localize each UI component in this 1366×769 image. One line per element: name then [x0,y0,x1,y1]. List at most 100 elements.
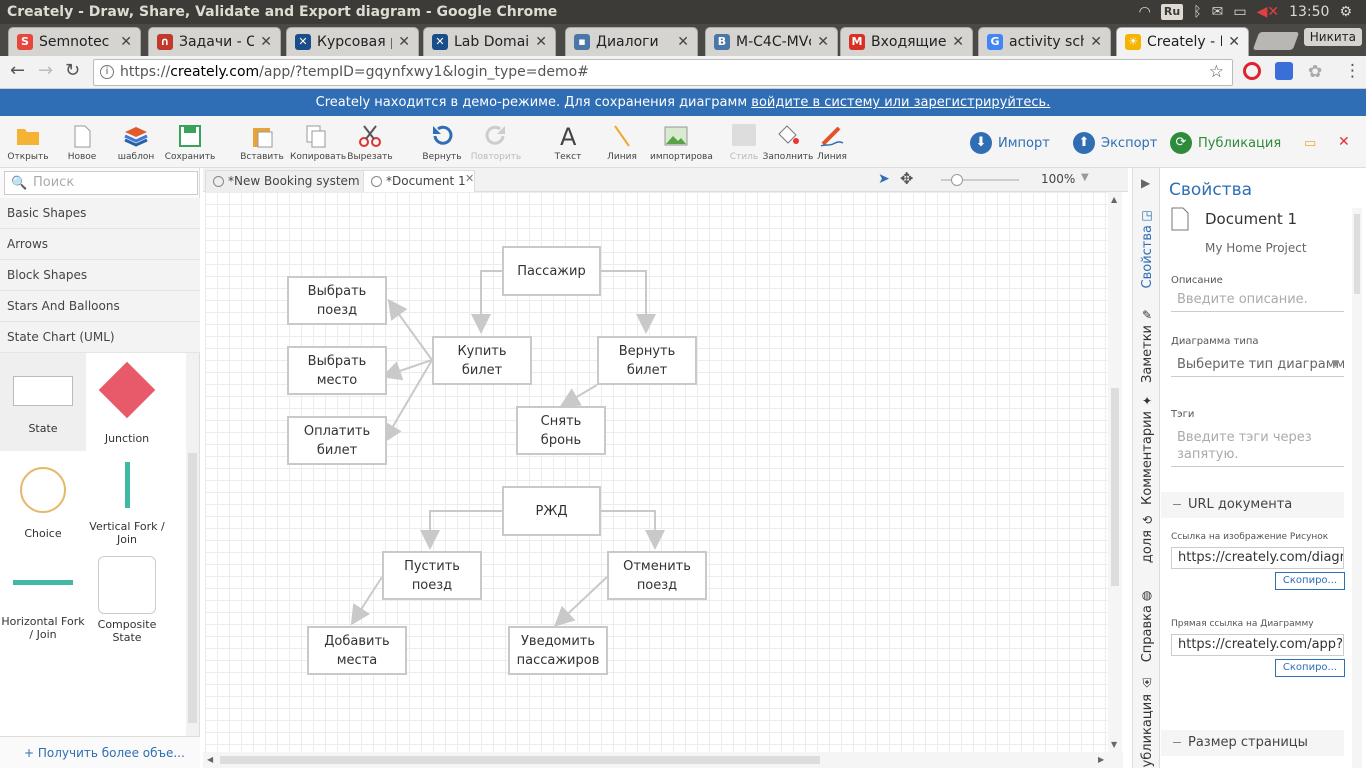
zoom-slider[interactable] [941,174,1019,186]
mute-icon[interactable]: ◀✕ [1257,0,1280,24]
reload-icon[interactable]: ↻ [65,60,80,81]
category-basic-shapes[interactable]: Basic Shapes [0,198,200,229]
undo-button[interactable]: Вернуть [416,124,468,162]
node-choose-train[interactable]: Выбрать поезд [287,276,387,325]
shape-choice[interactable]: Choice [1,467,85,540]
paste-button[interactable]: Вставить [236,124,288,162]
bookmark-star-icon[interactable]: ☆ [1209,60,1224,85]
tab-new-booking-system[interactable]: *New Booking system [205,170,369,192]
publish-button[interactable]: ⟳ Публикация [1170,132,1281,154]
properties-scrollbar[interactable] [1352,208,1362,768]
tab-close-icon[interactable]: ✕ [1228,34,1240,50]
direct-link-field[interactable]: https://creately.com/app?dia [1171,634,1344,656]
category-stars-balloons[interactable]: Stars And Balloons [0,291,200,322]
get-more-shapes-link[interactable]: + Получить более объе... [0,736,200,768]
browser-tab[interactable]: ✕ Lab Domain ✕ [423,27,556,56]
diagram-canvas[interactable]: Пассажир Выбрать поезд Выбрать место Опл… [205,192,1108,752]
zoom-level[interactable]: 100% [1041,172,1075,186]
new-button[interactable]: Новое [56,124,108,162]
browser-tab[interactable]: ∩ Задачи - Co ✕ [148,27,281,56]
browser-tab[interactable]: В M-C4C-MVc ✕ [705,27,838,56]
line-button[interactable]: Линия [596,124,648,162]
page-size-section-header[interactable]: Размер страницы [1161,730,1344,756]
import-image-button[interactable]: импортирова [650,124,713,162]
settings-icon[interactable]: ⚙ [1339,0,1352,24]
category-state-chart[interactable]: State Chart (UML) [0,322,200,353]
search-input[interactable]: Поиск [4,171,198,195]
clock[interactable]: 13:50 [1289,0,1329,24]
extension-2-icon[interactable]: ✿ [1308,62,1322,82]
side-tab-publish[interactable]: ⛨ убликация [1133,676,1161,767]
side-tab-notes[interactable]: ✎ Заметки [1133,308,1161,383]
side-tab-share[interactable]: ⟲ доля [1133,513,1161,563]
node-buy-ticket[interactable]: Купить билет [432,336,532,385]
horizontal-scroll-thumb[interactable] [220,756,820,764]
browser-tab[interactable]: S Semnotec ✕ [8,27,141,56]
open-button[interactable]: Открыть [2,124,54,162]
shape-horizontal-fork[interactable]: Horizontal Fork / Join [1,580,85,641]
tab-close-icon[interactable]: ✕ [398,34,410,50]
url-section-header[interactable]: URL документа [1161,492,1344,518]
tags-input[interactable]: Введите тэги через запятую. [1171,425,1344,467]
library-scrollbar[interactable] [186,353,199,738]
node-pay-ticket[interactable]: Оплатить билет [287,416,387,465]
node-launch-train[interactable]: Пустить поезд [382,551,482,600]
diagram-type-select[interactable]: Выберите тип диаграммы [1171,353,1344,377]
browser-tab[interactable]: Gactivity sch ✕ [978,27,1111,56]
vertical-scroll-thumb[interactable] [1111,388,1119,586]
browser-tab[interactable]: M Входящие ✕ [840,27,973,56]
extension-icon[interactable] [1275,62,1293,80]
export-button[interactable]: ⬆ Экспорт [1073,132,1157,154]
doc-tab-close-icon[interactable]: ✕ [465,172,474,185]
template-button[interactable]: шаблон [110,124,162,162]
shape-state[interactable]: State [1,376,85,435]
node-return-ticket[interactable]: Вернуть билет [597,336,697,385]
text-button[interactable]: A Текст [542,124,594,162]
node-notify-passengers[interactable]: Уведомить пассажиров [508,626,608,675]
shape-vertical-fork[interactable]: Vertical Fork / Join [85,462,169,546]
copy-direct-link-button[interactable]: Скопиро... [1275,659,1345,677]
tab-document-1[interactable]: *Document 1 [363,170,475,192]
mail-icon[interactable]: ✉ [1212,0,1224,24]
opera-icon[interactable] [1243,62,1261,80]
zoom-dropdown-icon[interactable]: ▼ [1081,172,1089,183]
category-block-shapes[interactable]: Block Shapes [0,260,200,291]
scroll-up-icon[interactable]: ▲ [1111,195,1117,204]
collapse-panel-icon[interactable]: ▶ [1141,176,1150,190]
keyboard-layout[interactable]: Ru [1160,4,1184,20]
node-add-seats[interactable]: Добавить места [307,626,407,675]
category-arrows[interactable]: Arrows [0,229,200,260]
copy-button[interactable]: Копировать [290,124,346,162]
tab-close-icon[interactable]: ✕ [677,34,689,50]
side-tab-help[interactable]: ◍ Справка [1133,588,1161,662]
doc-name[interactable]: Document 1 [1205,210,1297,228]
redo-button[interactable]: Повторить [470,124,522,162]
forward-icon[interactable]: → [38,60,53,81]
scroll-right-icon[interactable]: ▶ [1098,755,1104,764]
scroll-left-icon[interactable]: ◀ [207,755,213,764]
line-color-button[interactable]: Линия [806,124,858,162]
back-icon[interactable]: ← [10,60,25,81]
tab-close-icon[interactable]: ✕ [1090,34,1102,50]
shape-composite-state[interactable]: Composite State [85,556,169,644]
new-tab-button[interactable] [1252,32,1300,50]
url-input[interactable]: i https://creately.com/app/?tempID=gqynf… [93,59,1233,86]
info-icon[interactable]: i [100,65,114,79]
browser-tab[interactable]: ✕ Курсовая р ✕ [286,27,419,56]
cut-button[interactable]: Вырезать [344,124,396,162]
menu-icon[interactable]: ⋮ [1344,61,1361,81]
image-link-field[interactable]: https://creately.com/diagram [1171,547,1344,569]
tab-close-icon[interactable]: ✕ [535,34,547,50]
shape-junction[interactable]: Junction [85,361,169,445]
pointer-tool-icon[interactable]: ➤ [878,171,890,187]
pan-tool-icon[interactable]: ✥ [900,169,913,188]
description-input[interactable]: Введите описание. [1171,288,1344,312]
login-link[interactable]: войдите в систему или зарегистрируйтесь. [751,95,1050,110]
tab-close-icon[interactable]: ✕ [817,34,829,50]
chat-icon[interactable]: ▭ [1304,136,1316,151]
node-passenger[interactable]: Пассажир [502,246,601,296]
side-tab-comments[interactable]: ✦ Комментарии [1133,394,1161,505]
import-button[interactable]: ⬇ Импорт [970,132,1050,154]
save-button[interactable]: Сохранить [164,124,216,162]
node-rzd[interactable]: РЖД [502,486,601,536]
